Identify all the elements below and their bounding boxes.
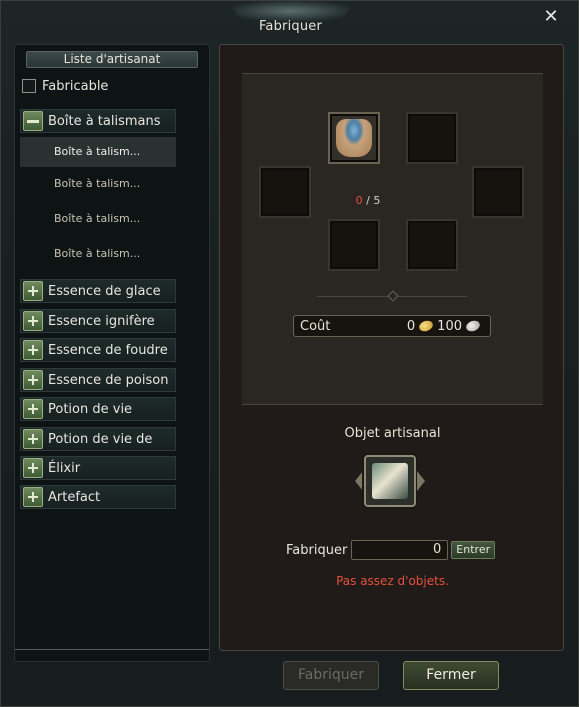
category-item[interactable]: Élixir [20, 456, 176, 480]
ingredient-slot[interactable] [259, 166, 311, 218]
sub-item[interactable]: Boîte à talism... [20, 169, 176, 199]
result-label: Objet artisanal [344, 426, 441, 441]
gold-amount: 0 [406, 318, 416, 334]
craft-list-header: Liste d'artisanat [26, 51, 198, 68]
ingredient-area: 0 / 5 Coût 0 100 [242, 73, 543, 405]
divider-ornament [387, 290, 399, 302]
craftable-label: Fabricable [42, 78, 109, 94]
result-slot[interactable] [355, 455, 425, 507]
sub-item[interactable]: Boîte à talism... [20, 204, 176, 234]
category-item[interactable]: Potion de vie [20, 397, 176, 421]
ingredient-slot[interactable] [406, 112, 458, 164]
silver-coin-icon [464, 318, 482, 334]
category-label: Essence de foudre [48, 342, 168, 358]
category-label: Essence de glace [48, 283, 161, 299]
category-item[interactable]: Essence ignifère [20, 309, 176, 333]
category-label: Essence ignifère [48, 313, 155, 329]
gold-coin-icon [417, 318, 435, 334]
arrow-right-icon [417, 471, 425, 491]
quantity-input[interactable]: 0 [351, 540, 449, 560]
category-label: Potion de vie de [48, 431, 153, 447]
divider [15, 649, 209, 653]
plus-icon [23, 311, 43, 331]
category-item[interactable]: Essence de poison [20, 368, 176, 392]
plus-icon [23, 370, 43, 390]
category-item[interactable]: Essence de glace [20, 279, 176, 303]
category-label: Boîte à talismans [48, 113, 161, 129]
cost-field: Coût 0 100 [293, 315, 491, 337]
pouch-icon [336, 119, 372, 157]
plus-icon [23, 399, 43, 419]
quantity-row: Fabriquer 0 Entrer [286, 540, 496, 560]
ingredient-count: 0 / 5 [355, 194, 381, 207]
category-item[interactable]: Essence de foudre [20, 338, 176, 362]
category-item[interactable]: Artefact [20, 485, 176, 509]
craft-list-panel: Liste d'artisanat Fabricable Boîte à tal… [14, 44, 210, 662]
silver-amount: 100 [437, 318, 462, 334]
plus-icon [23, 281, 43, 301]
craft-button[interactable]: Fabriquer [283, 661, 379, 690]
crafted-item-icon [372, 463, 408, 499]
close-icon[interactable]: ✕ [542, 8, 560, 26]
arrow-left-icon [355, 471, 363, 491]
plus-icon [23, 340, 43, 360]
cost-label: Coût [300, 318, 331, 334]
quantity-label: Fabriquer [286, 542, 348, 558]
category-talisman-box[interactable]: Boîte à talismans [20, 109, 176, 133]
title-ornament [231, 1, 351, 21]
plus-icon [23, 458, 43, 478]
ingredient-slot[interactable] [472, 166, 524, 218]
ingredient-slot[interactable] [328, 219, 380, 271]
sub-item[interactable]: Boîte à talism... [20, 239, 176, 269]
warning-text: Pas assez d'objets. [336, 574, 449, 588]
craftable-filter[interactable]: Fabricable [22, 78, 108, 94]
category-item[interactable]: Potion de vie de [20, 427, 176, 451]
plus-icon [23, 487, 43, 507]
enter-button[interactable]: Entrer [451, 541, 496, 559]
category-label: Potion de vie [48, 401, 133, 417]
category-label: Artefact [48, 489, 101, 505]
plus-icon [23, 429, 43, 449]
category-label: Essence de poison [48, 372, 169, 388]
ingredient-slot[interactable] [328, 112, 380, 164]
craftable-checkbox[interactable] [22, 79, 36, 93]
crafting-panel: 0 / 5 Coût 0 100 Objet artisanal Fabriqu… [219, 44, 564, 651]
ingredient-slot[interactable] [406, 219, 458, 271]
close-button[interactable]: Fermer [403, 661, 499, 690]
window-title: Fabriquer [258, 19, 323, 34]
sub-item[interactable]: Boîte à talism... [20, 137, 176, 167]
category-label: Élixir [48, 460, 81, 476]
crafting-window: Fabriquer ✕ Liste d'artisanat Fabricable… [0, 0, 579, 707]
minus-icon [23, 111, 43, 131]
